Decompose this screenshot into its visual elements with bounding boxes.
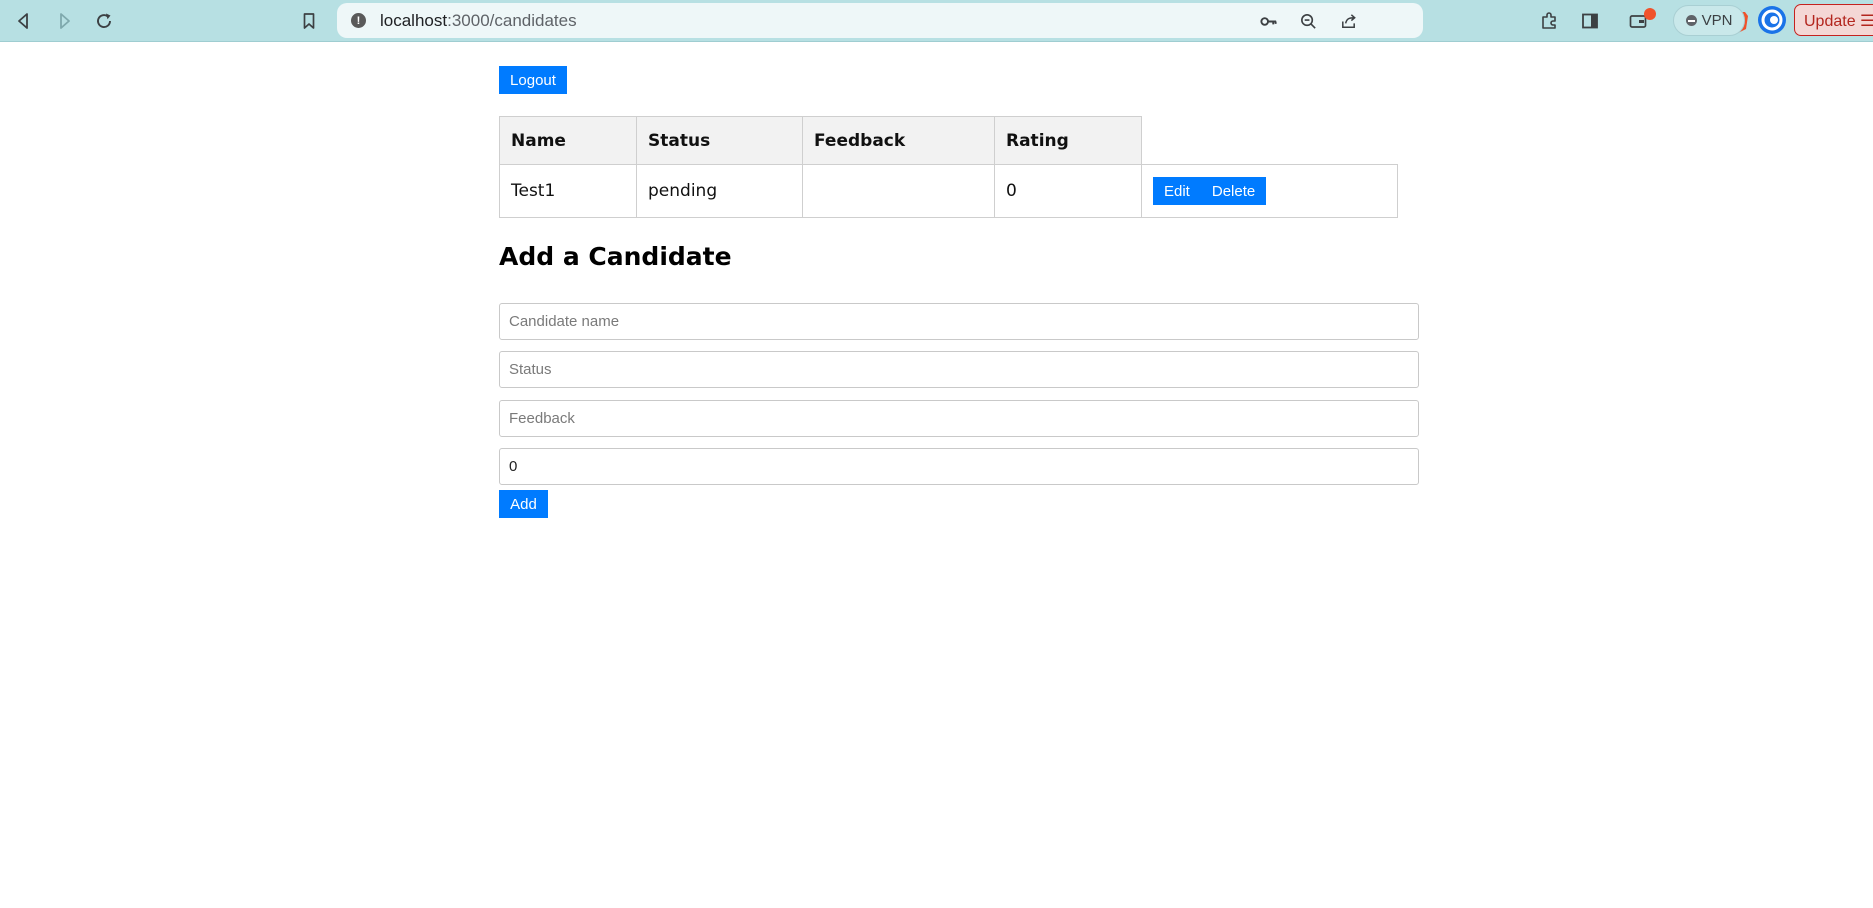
header-feedback: Feedback	[802, 116, 995, 165]
cell-rating: 0	[994, 164, 1142, 218]
delete-button[interactable]: Delete	[1200, 177, 1267, 205]
menu-icon[interactable]: ☰	[1860, 13, 1873, 30]
profile-avatar-icon[interactable]	[1757, 5, 1787, 35]
share-icon[interactable]	[1337, 10, 1359, 32]
table-header-row: Name Status Feedback Rating	[499, 116, 1398, 165]
add-candidate-heading: Add a Candidate	[499, 242, 732, 271]
candidates-table: Name Status Feedback Rating Test1 pendin…	[499, 116, 1398, 218]
header-name: Name	[499, 116, 637, 165]
cell-actions: Edit Delete	[1141, 164, 1398, 218]
header-status: Status	[636, 116, 803, 165]
zoom-out-icon[interactable]	[1297, 10, 1319, 32]
bookmark-icon[interactable]	[295, 7, 323, 35]
cell-status: pending	[636, 164, 803, 218]
extensions-icon[interactable]	[1537, 9, 1561, 33]
candidate-name-input[interactable]	[499, 303, 1419, 340]
vpn-button[interactable]: VPN	[1673, 5, 1745, 36]
update-button[interactable]: Update ☰	[1794, 4, 1873, 36]
logout-button[interactable]: Logout	[499, 66, 567, 94]
reload-icon[interactable]	[90, 7, 118, 35]
notification-badge	[1644, 8, 1656, 20]
rating-input[interactable]	[499, 448, 1419, 485]
vpn-status-icon	[1685, 15, 1697, 26]
sidebar-icon[interactable]	[1578, 9, 1602, 33]
table-row: Test1 pending 0 Edit Delete	[499, 164, 1398, 218]
address-bar[interactable]: ! localhost:3000/candidates	[337, 3, 1748, 38]
edit-button[interactable]: Edit	[1153, 177, 1201, 205]
forward-icon[interactable]	[50, 7, 78, 35]
cell-feedback	[802, 164, 995, 218]
browser-toolbar: ! localhost:3000/candidates VPN Update ☰	[0, 0, 1873, 42]
site-info-icon[interactable]: !	[351, 13, 366, 28]
url-text[interactable]: localhost:3000/candidates	[380, 11, 577, 31]
row-actions: Edit Delete	[1153, 177, 1386, 205]
url-host: localhost	[380, 11, 448, 30]
update-label: Update	[1804, 13, 1856, 30]
password-key-icon[interactable]	[1257, 10, 1279, 32]
add-button[interactable]: Add	[499, 490, 548, 518]
url-path: :3000/candidates	[447, 11, 577, 30]
cell-name: Test1	[499, 164, 637, 218]
header-rating: Rating	[994, 116, 1142, 165]
back-icon[interactable]	[10, 7, 38, 35]
header-actions	[1142, 117, 1398, 165]
status-input[interactable]	[499, 351, 1419, 388]
vpn-label: VPN	[1701, 12, 1733, 29]
feedback-input[interactable]	[499, 400, 1419, 437]
